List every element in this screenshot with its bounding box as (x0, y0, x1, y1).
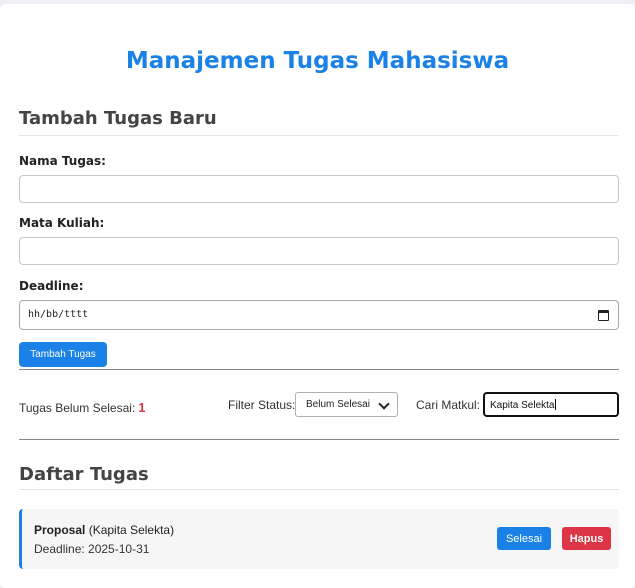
text-caret (554, 399, 556, 410)
course-label: Mata Kuliah: (19, 216, 105, 230)
toolbar-divider (19, 439, 619, 440)
calendar-icon[interactable] (598, 310, 609, 321)
form-divider (19, 369, 619, 370)
filter-status-select[interactable]: Belum Selesai (295, 392, 398, 417)
heading-divider (19, 135, 619, 136)
search-course-label: Cari Matkul: (416, 398, 481, 412)
task-deadline: Deadline: 2025-10-31 (34, 542, 150, 556)
task-name-label: Nama Tugas: (19, 154, 106, 168)
main-card: Manajemen Tugas Mahasiswa Tambah Tugas B… (0, 4, 635, 588)
complete-task-button[interactable]: Selesai (497, 527, 551, 550)
list-heading-divider (19, 489, 619, 490)
task-list-heading: Daftar Tugas (19, 464, 149, 485)
add-task-heading: Tambah Tugas Baru (19, 108, 217, 129)
pending-count-label: Tugas Belum Selesai: 1 (19, 400, 146, 415)
deadline-input[interactable]: hh/bb/tttt (19, 300, 619, 330)
delete-task-button[interactable]: Hapus (562, 527, 611, 550)
page-title: Manajemen Tugas Mahasiswa (125, 48, 510, 74)
task-name-input[interactable] (19, 175, 619, 203)
search-course-input[interactable]: Kapita Selekta (483, 392, 619, 417)
chevron-down-icon (378, 398, 390, 410)
course-input[interactable] (19, 237, 619, 265)
pending-count: 1 (138, 400, 146, 415)
search-course-value: Kapita Selekta (490, 399, 556, 411)
deadline-label: Deadline: (19, 279, 84, 293)
task-title: Proposal (Kapita Selekta) (34, 523, 174, 537)
task-course: (Kapita Selekta) (88, 523, 175, 537)
filter-selected-value: Belum Selesai (306, 399, 370, 410)
search-course-text: Kapita Selekta (490, 400, 555, 411)
add-task-button[interactable]: Tambah Tugas (19, 342, 107, 367)
filter-status-label: Filter Status: (228, 398, 296, 412)
pending-label-text: Tugas Belum Selesai: (19, 401, 136, 415)
task-list-item: Proposal (Kapita Selekta) Deadline: 2025… (19, 509, 619, 569)
deadline-placeholder: hh/bb/tttt (28, 309, 89, 320)
task-name: Proposal (34, 523, 86, 537)
